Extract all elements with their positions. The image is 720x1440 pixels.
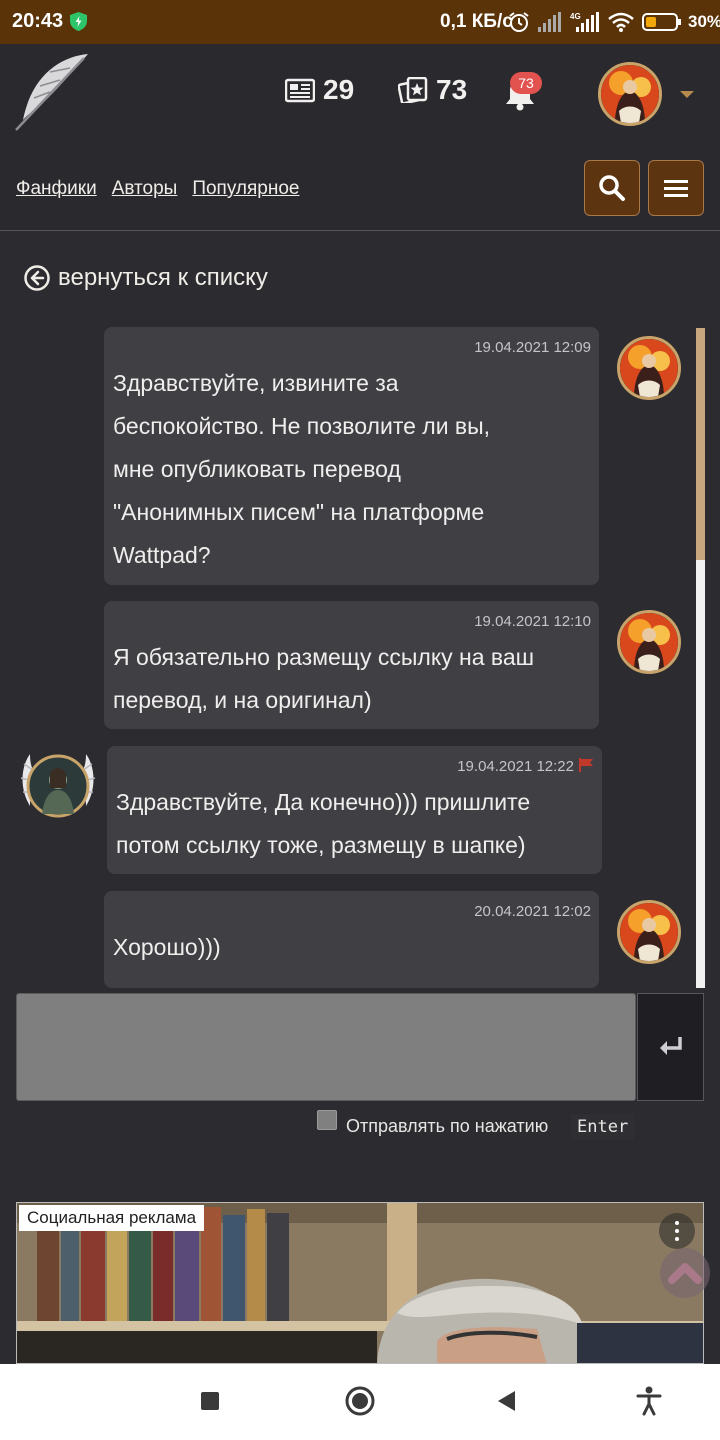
- message-time: 19.04.2021 12:09: [474, 339, 591, 356]
- scroll-to-top-button[interactable]: [660, 1248, 710, 1298]
- wings-avatar[interactable]: [16, 744, 100, 820]
- alarm-icon: [509, 12, 529, 32]
- avatar[interactable]: [617, 900, 681, 964]
- shield-icon: [70, 12, 87, 31]
- search-icon: [599, 175, 625, 201]
- feather-logo[interactable]: [10, 50, 92, 132]
- user-avatar[interactable]: [598, 62, 662, 126]
- back-icon[interactable]: [495, 1389, 517, 1413]
- recent-apps-icon[interactable]: [199, 1390, 221, 1412]
- network-speed: 0,1 КБ/с: [440, 11, 513, 32]
- messages-scrollbar-thumb[interactable]: [696, 328, 705, 560]
- message-time: 19.04.2021 12:22: [457, 758, 574, 775]
- cards-count: 73: [436, 74, 468, 105]
- message-bubble: 20.04.2021 12:02 Хорошо))): [104, 891, 599, 988]
- status-bar: 20:43 0,1 КБ/с 4G 30%: [0, 0, 720, 44]
- cards-icon: [398, 77, 428, 103]
- main-nav: Фанфики Авторы Популярное: [16, 178, 300, 200]
- news-stat[interactable]: 29: [285, 74, 354, 106]
- battery-icon: [642, 13, 681, 31]
- avatar[interactable]: [617, 336, 681, 400]
- news-count: 29: [323, 74, 355, 105]
- avatar[interactable]: [617, 610, 681, 674]
- home-icon[interactable]: [344, 1385, 376, 1417]
- message-bubble: 19.04.2021 12:22 Здравствуйте, Да конечн…: [107, 746, 602, 874]
- nav-fanfics[interactable]: Фанфики: [16, 178, 97, 200]
- message-text: Я обязательно размещу ссылку на ваш пере…: [113, 644, 535, 713]
- ad-banner[interactable]: Социальная реклама: [16, 1202, 704, 1364]
- signal-4g-icon: 4G: [570, 12, 599, 32]
- nav-popular[interactable]: Популярное: [192, 178, 299, 200]
- accessibility-icon[interactable]: [636, 1386, 662, 1416]
- svg-text:4G: 4G: [570, 12, 581, 21]
- message-text: Здравствуйте, Да конечно))) пришлите пот…: [116, 789, 531, 858]
- system-nav-bar: [0, 1364, 720, 1440]
- back-link-label: вернуться к списку: [58, 264, 268, 291]
- notification-badge: 73: [510, 72, 542, 94]
- hamburger-icon: [664, 180, 688, 197]
- status-icons: 4G: [508, 10, 682, 34]
- message-text: Хорошо))): [113, 934, 221, 960]
- message-text: Здравствуйте, извините за беспокойство. …: [113, 370, 491, 568]
- avatar-image: [601, 65, 659, 123]
- battery-percent: 30%: [688, 12, 720, 31]
- back-to-list-link[interactable]: вернуться к списку: [24, 264, 268, 292]
- enter-icon: [659, 1037, 682, 1055]
- message-input[interactable]: [16, 993, 636, 1101]
- message-time: 20.04.2021 12:02: [474, 903, 591, 920]
- enter-key-label: Enter: [571, 1114, 635, 1140]
- message-bubble: 19.04.2021 12:09 Здравствуйте, извините …: [104, 327, 599, 585]
- send-on-enter-checkbox[interactable]: [317, 1110, 337, 1130]
- send-button[interactable]: [637, 993, 704, 1101]
- status-time: 20:43: [12, 10, 64, 32]
- site-header: 29 73 73 Фанфики Авторы Популярное: [0, 44, 720, 231]
- message-time: 19.04.2021 12:10: [474, 613, 591, 630]
- nav-authors[interactable]: Авторы: [112, 178, 178, 200]
- ad-label: Социальная реклама: [19, 1205, 205, 1231]
- search-button[interactable]: [584, 160, 640, 216]
- cards-stat[interactable]: 73: [398, 74, 467, 106]
- arrow-left-circle-icon: [24, 265, 50, 291]
- more-vertical-icon[interactable]: [659, 1213, 695, 1249]
- signal-icon: [538, 12, 561, 32]
- report-flag-icon[interactable]: [578, 758, 594, 772]
- message-bubble: 19.04.2021 12:10 Я обязательно размещу с…: [104, 601, 599, 729]
- news-icon: [285, 78, 315, 103]
- menu-button[interactable]: [648, 160, 704, 216]
- wifi-icon: [608, 12, 634, 32]
- chevron-up-icon: [668, 1263, 702, 1284]
- chevron-down-icon[interactable]: [680, 91, 694, 98]
- send-on-enter-label: Отправлять по нажатию: [346, 1116, 549, 1136]
